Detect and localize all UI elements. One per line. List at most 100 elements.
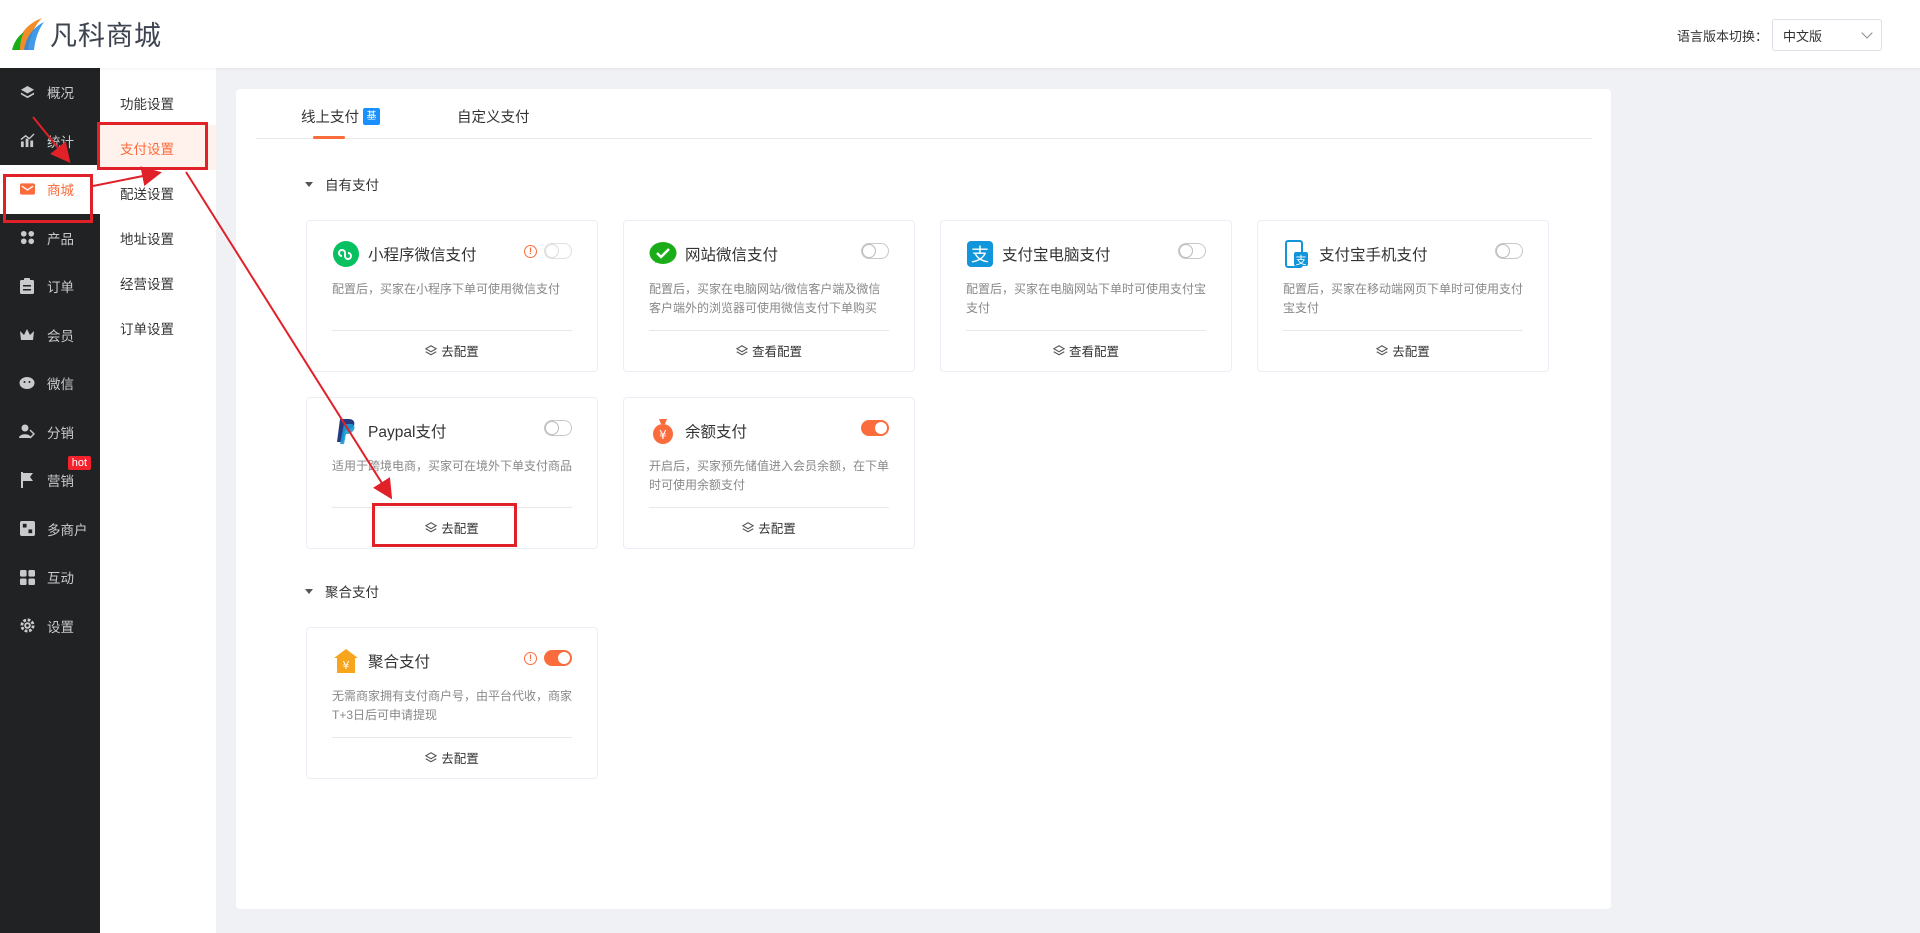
card-divider <box>1283 330 1523 331</box>
payment-panel: 线上支付 基 自定义支付 自有支付 小程序微信支付 ! 配置后，买家在小程序下单… <box>236 89 1611 909</box>
submenu-business-settings[interactable]: 经营设置 <box>100 260 216 305</box>
settings-submenu: 功能设置 支付设置 配送设置 地址设置 经营设置 订单设置 <box>100 68 216 933</box>
configure-button[interactable]: 去配置 <box>624 518 914 537</box>
svg-text:支: 支 <box>1296 254 1307 267</box>
section-label: 聚合支付 <box>325 585 379 600</box>
payment-toggle[interactable] <box>544 650 572 666</box>
payment-toggle[interactable] <box>544 420 572 436</box>
payment-toggle[interactable] <box>861 420 889 436</box>
aggregate-pay-icon: ¥ <box>332 647 360 675</box>
submenu-delivery-settings[interactable]: 配送设置 <box>100 170 216 215</box>
action-label: 去配置 <box>1392 345 1430 359</box>
submenu-address-settings[interactable]: 地址设置 <box>100 215 216 260</box>
submenu-order-settings[interactable]: 订单设置 <box>100 305 216 350</box>
sidebar-item-label: 概况 <box>47 86 74 102</box>
action-label: 查看配置 <box>751 345 802 359</box>
card-header: 网站微信支付 <box>649 240 778 268</box>
card-title: 小程序微信支付 <box>368 247 477 264</box>
grid-icon <box>19 230 35 246</box>
basic-badge: 基 <box>363 108 380 125</box>
tab-label: 自定义支付 <box>457 110 530 126</box>
view-config-button[interactable]: 查看配置 <box>941 341 1231 360</box>
warning-icon[interactable]: ! <box>524 245 537 258</box>
section-own-payment[interactable]: 自有支付 <box>305 174 379 194</box>
brand-logo[interactable]: 凡科商城 <box>12 14 162 53</box>
card-description: 配置后，买家在移动端网页下单时可使用支付宝支付 <box>1283 282 1524 315</box>
brand-name: 凡科商城 <box>50 21 162 52</box>
card-title: 聚合支付 <box>368 654 431 671</box>
action-label: 查看配置 <box>1068 345 1119 359</box>
sidebar-item-label: 分销 <box>47 425 74 441</box>
payment-card-website-wechat: 网站微信支付 配置后，买家在电脑网站/微信客户端及微信客户端外的浏览器可使用微信… <box>623 220 915 372</box>
sidebar-item-stats[interactable]: 统计 <box>0 117 100 166</box>
paypal-icon <box>332 417 360 445</box>
blocks-icon <box>19 569 35 585</box>
card-divider <box>332 330 572 331</box>
card-divider <box>649 330 889 331</box>
layers-icon <box>425 751 438 762</box>
submenu-function-settings[interactable]: 功能设置 <box>100 80 216 125</box>
layers-icon <box>19 84 35 100</box>
caret-down-icon <box>305 588 313 594</box>
card-header: 支 支付宝手机支付 <box>1283 240 1428 268</box>
section-label: 自有支付 <box>325 178 379 193</box>
sidebar-item-label: 统计 <box>47 134 74 150</box>
card-description: 适用于跨境电商，买家可在境外下单支付商品 <box>332 459 573 473</box>
tab-online-payment[interactable]: 线上支付 基 <box>301 106 380 127</box>
configure-button[interactable]: 去配置 <box>1258 341 1548 360</box>
card-title: 网站微信支付 <box>685 247 779 264</box>
sidebar-item-orders[interactable]: 订单 <box>0 262 100 311</box>
card-header: ¥ 余额支付 <box>649 417 747 445</box>
gear-icon <box>19 618 35 634</box>
active-tab-indicator <box>313 136 345 139</box>
sidebar-item-wechat[interactable]: 微信 <box>0 359 100 408</box>
section-aggregate-payment[interactable]: 聚合支付 <box>305 581 379 601</box>
flag-icon <box>19 472 35 489</box>
configure-button[interactable]: 去配置 <box>307 341 597 360</box>
warning-icon[interactable]: ! <box>524 652 537 665</box>
payment-toggle[interactable] <box>544 243 572 259</box>
layers-icon <box>735 344 748 355</box>
payment-card-alipay-pc: 支 支付宝电脑支付 配置后，买家在电脑网站下单时可使用支付宝支付 查看配置 <box>940 220 1232 372</box>
payment-toggle[interactable] <box>861 243 889 259</box>
store-icon <box>19 521 35 537</box>
sidebar-item-multi-merchant[interactable]: 多商户 <box>0 505 100 554</box>
sidebar-item-label: 订单 <box>47 280 74 296</box>
top-header: 凡科商城 语言版本切换： 中文版 <box>0 0 1920 68</box>
card-description: 无需商家拥有支付商户号，由平台代收，商家T+3日后可申请提现 <box>332 689 573 722</box>
card-description: 配置后，买家在小程序下单可使用微信支付 <box>332 282 561 296</box>
configure-button[interactable]: 去配置 <box>307 748 597 767</box>
card-description: 开启后，买家预先储值进入会员余额，在下单时可使用余额支付 <box>649 459 890 492</box>
sidebar-item-label: 互动 <box>47 571 74 587</box>
language-select[interactable]: 中文版 <box>1772 19 1882 51</box>
language-value: 中文版 <box>1783 28 1823 44</box>
sidebar-item-members[interactable]: 会员 <box>0 311 100 360</box>
card-divider <box>649 507 889 508</box>
tab-custom-payment[interactable]: 自定义支付 <box>457 106 530 127</box>
annotation-box-mall <box>3 174 93 223</box>
sidebar-item-label: 设置 <box>47 619 74 635</box>
sidebar-item-marketing[interactable]: 营销 hot <box>0 456 100 505</box>
sidebar-item-distribution[interactable]: 分销 <box>0 408 100 457</box>
card-description: 配置后，买家在电脑网站/微信客户端及微信客户端外的浏览器可使用微信支付下单购买 <box>649 282 881 315</box>
payment-toggle[interactable] <box>1495 243 1523 259</box>
sidebar-item-settings[interactable]: 设置 <box>0 602 100 651</box>
sidebar-item-label: 产品 <box>47 231 74 247</box>
svg-text:¥: ¥ <box>343 659 350 672</box>
sidebar-item-overview[interactable]: 概况 <box>0 68 100 117</box>
card-title: 支付宝电脑支付 <box>1002 247 1111 264</box>
payment-card-aggregate: ¥ 聚合支付 ! 无需商家拥有支付商户号，由平台代收，商家T+3日后可申请提现 … <box>306 627 598 779</box>
hot-badge: hot <box>67 456 91 470</box>
card-header: 小程序微信支付 <box>332 240 477 268</box>
sidebar-item-interaction[interactable]: 互动 <box>0 553 100 602</box>
wechat-icon <box>19 375 35 391</box>
layers-icon <box>1376 344 1389 355</box>
payment-toggle[interactable] <box>1178 243 1206 259</box>
sidebar-item-label: 会员 <box>47 328 74 344</box>
view-config-button[interactable]: 查看配置 <box>624 341 914 360</box>
layers-icon <box>425 344 438 355</box>
clipboard-icon <box>19 278 35 295</box>
sidebar-item-label: 营销 <box>47 474 74 490</box>
layers-icon <box>1052 344 1065 355</box>
payment-card-alipay-mobile: 支 支付宝手机支付 配置后，买家在移动端网页下单时可使用支付宝支付 去配置 <box>1257 220 1549 372</box>
